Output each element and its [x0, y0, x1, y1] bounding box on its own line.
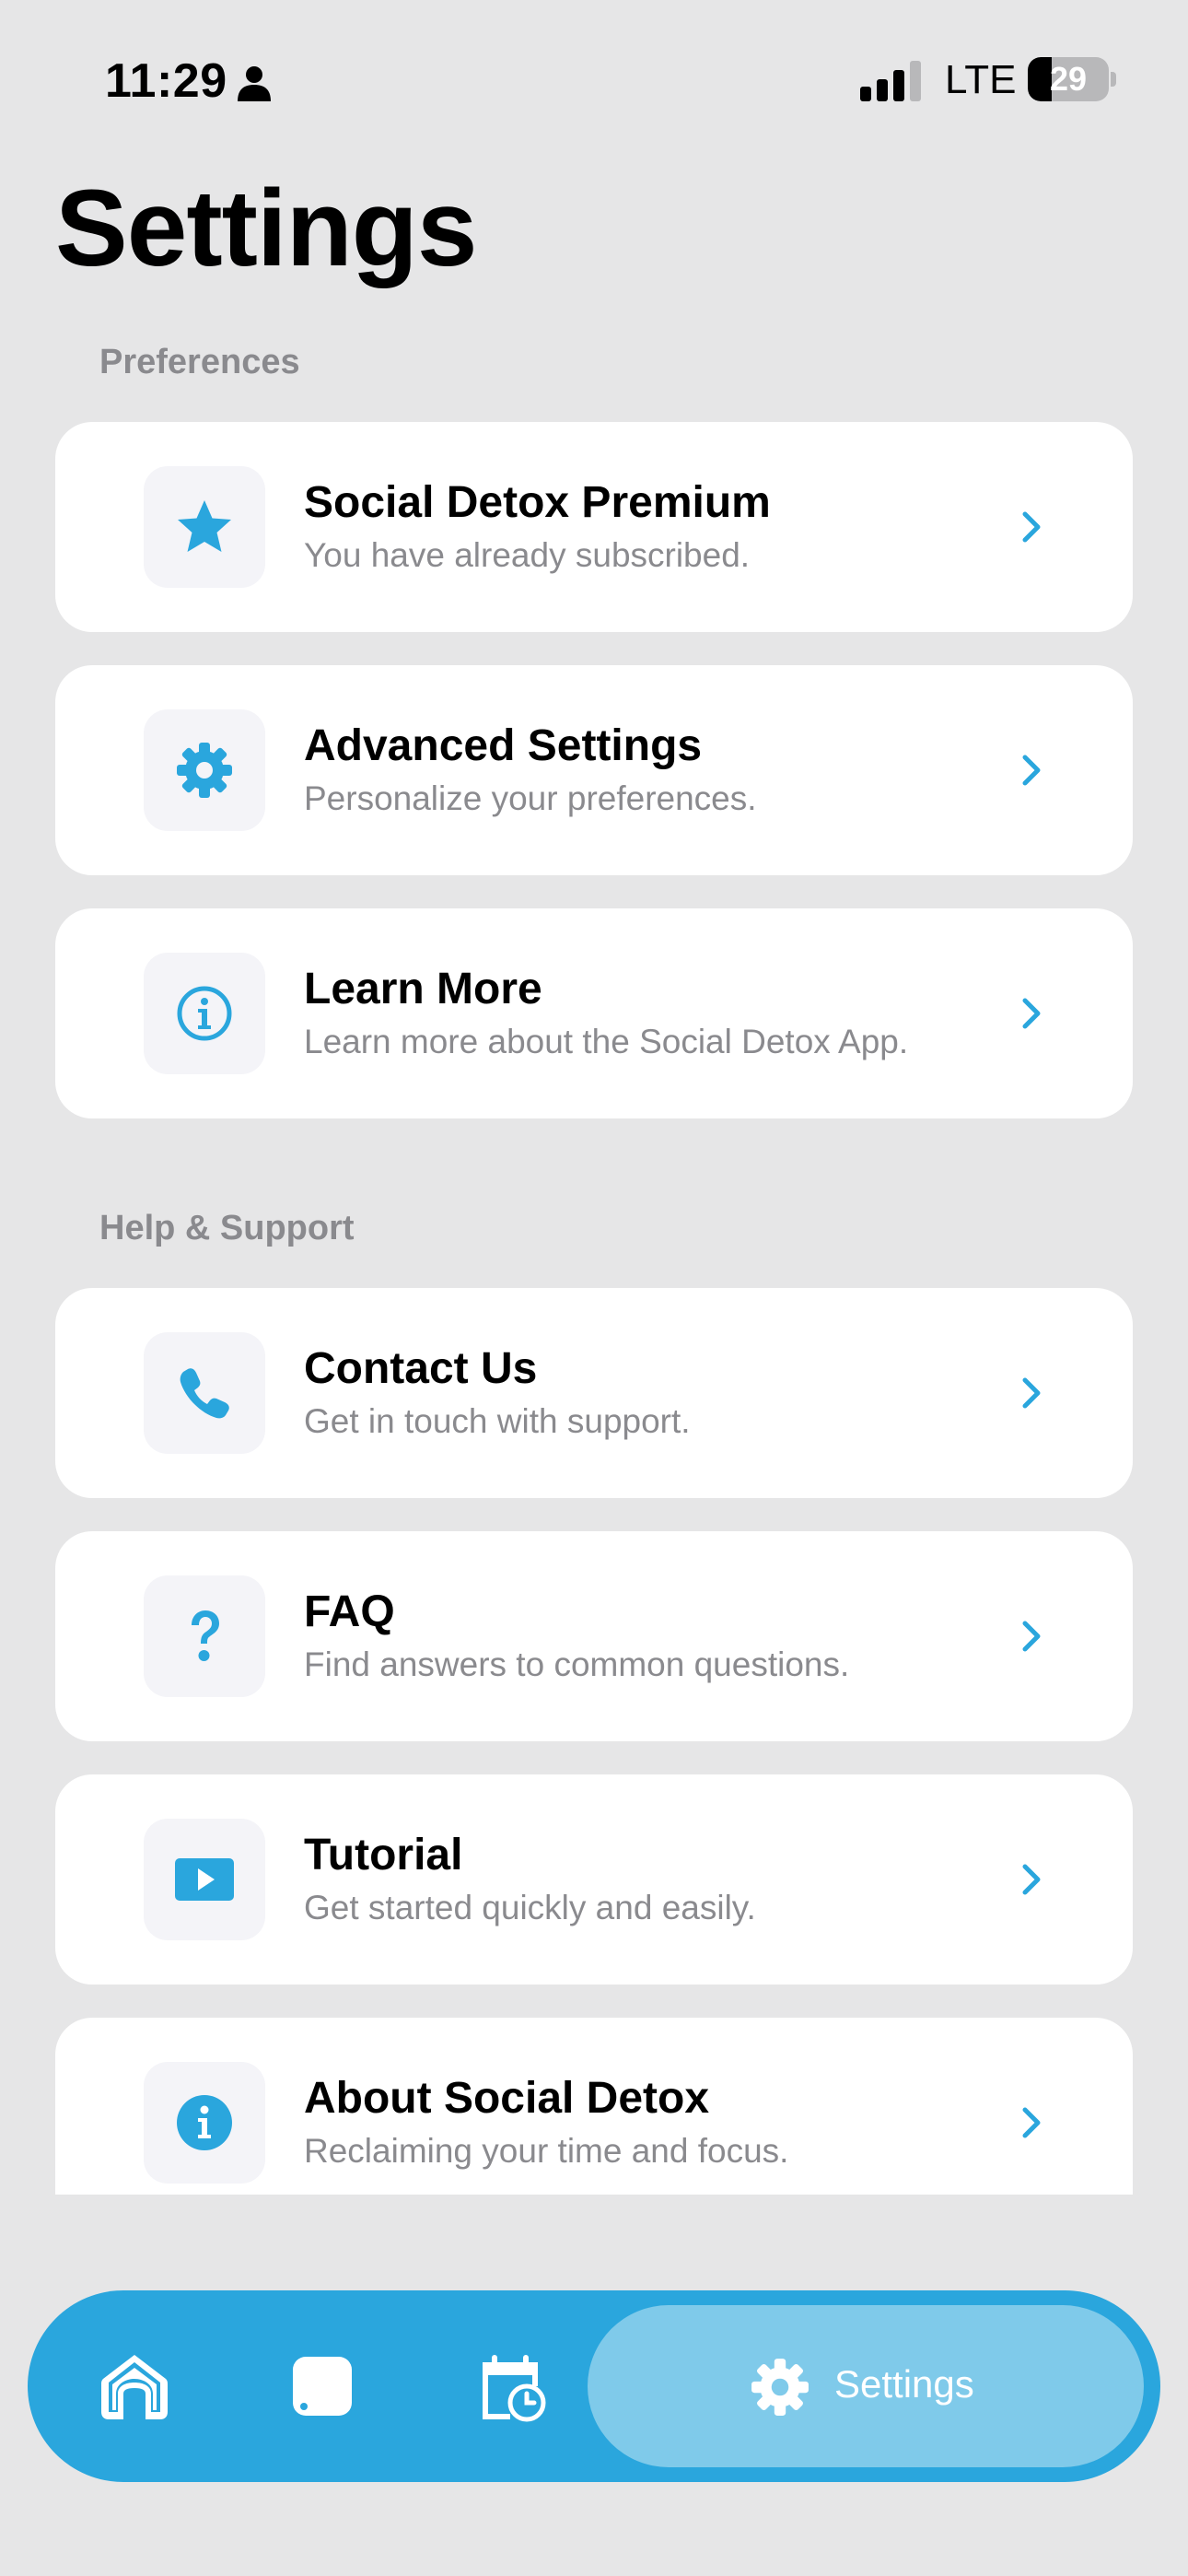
home-icon — [101, 2355, 168, 2419]
settings-screen: 11:29 LTE 29 Settings Preferences Social… — [0, 0, 1188, 2576]
tab-home[interactable] — [98, 2349, 171, 2423]
row-title: Contact Us — [304, 1344, 538, 1393]
chevron-right-icon — [1022, 1621, 1041, 1652]
faq-row[interactable]: FAQ Find answers to common questions. — [55, 1531, 1133, 1741]
row-subtitle: Get in touch with support. — [304, 1402, 691, 1440]
row-subtitle: Reclaiming your time and focus. — [304, 2132, 789, 2170]
chevron-right-icon — [1022, 755, 1041, 786]
chevron-right-icon — [1022, 1864, 1041, 1895]
network-label: LTE — [945, 57, 1017, 102]
square-icon — [293, 2357, 352, 2416]
chevron-right-icon — [1022, 511, 1041, 543]
chevron-right-icon — [1022, 2107, 1041, 2138]
status-time: 11:29 — [105, 54, 227, 108]
row-title: Learn More — [304, 965, 542, 1013]
contact-us-row[interactable]: Contact Us Get in touch with support. — [55, 1288, 1133, 1498]
advanced-settings-row[interactable]: Advanced Settings Personalize your prefe… — [55, 665, 1133, 875]
row-title: Advanced Settings — [304, 721, 703, 770]
tab-apps[interactable] — [285, 2349, 359, 2423]
learn-more-row[interactable]: Learn More Learn more about the Social D… — [55, 908, 1133, 1118]
tab-schedule[interactable] — [473, 2349, 547, 2423]
row-subtitle: Personalize your preferences. — [304, 779, 757, 817]
row-subtitle: You have already subscribed. — [304, 536, 751, 574]
info-filled-icon — [144, 2062, 265, 2184]
info-outline-icon — [144, 953, 265, 1074]
question-icon — [144, 1575, 265, 1697]
tab-settings-label: Settings — [834, 2362, 974, 2406]
chevron-right-icon — [1022, 1377, 1041, 1409]
section-label-preferences: Preferences — [99, 343, 300, 381]
tutorial-row[interactable]: Tutorial Get started quickly and easily. — [55, 1774, 1133, 1985]
row-title: Tutorial — [304, 1831, 463, 1879]
row-subtitle: Learn more about the Social Detox App. — [304, 1023, 909, 1060]
row-title: About Social Detox — [304, 2074, 710, 2123]
tab-settings[interactable]: Settings — [588, 2305, 1144, 2467]
calendar-clock-icon — [483, 2355, 546, 2422]
status-bar: 11:29 LTE 29 — [0, 53, 1188, 109]
row-title: FAQ — [304, 1587, 395, 1636]
battery-percentage: 29 — [1049, 60, 1088, 98]
battery-icon: 29 — [1028, 57, 1116, 101]
person-icon — [238, 66, 271, 101]
play-icon — [144, 1819, 265, 1940]
row-title: Social Detox Premium — [304, 478, 771, 527]
star-icon — [144, 466, 265, 588]
about-row[interactable]: About Social Detox Reclaiming your time … — [55, 2018, 1133, 2195]
cellular-signal-icon — [860, 61, 921, 101]
row-subtitle: Get started quickly and easily. — [304, 1889, 756, 1926]
row-subtitle: Find answers to common questions. — [304, 1645, 850, 1683]
premium-row[interactable]: Social Detox Premium You have already su… — [55, 422, 1133, 632]
tab-bar: Settings — [28, 2290, 1160, 2482]
gear-icon — [144, 709, 265, 831]
gear-icon — [751, 2359, 809, 2416]
section-label-help-support: Help & Support — [99, 1209, 355, 1247]
page-title: Settings — [55, 168, 477, 289]
chevron-right-icon — [1022, 998, 1041, 1029]
phone-icon — [144, 1332, 265, 1454]
